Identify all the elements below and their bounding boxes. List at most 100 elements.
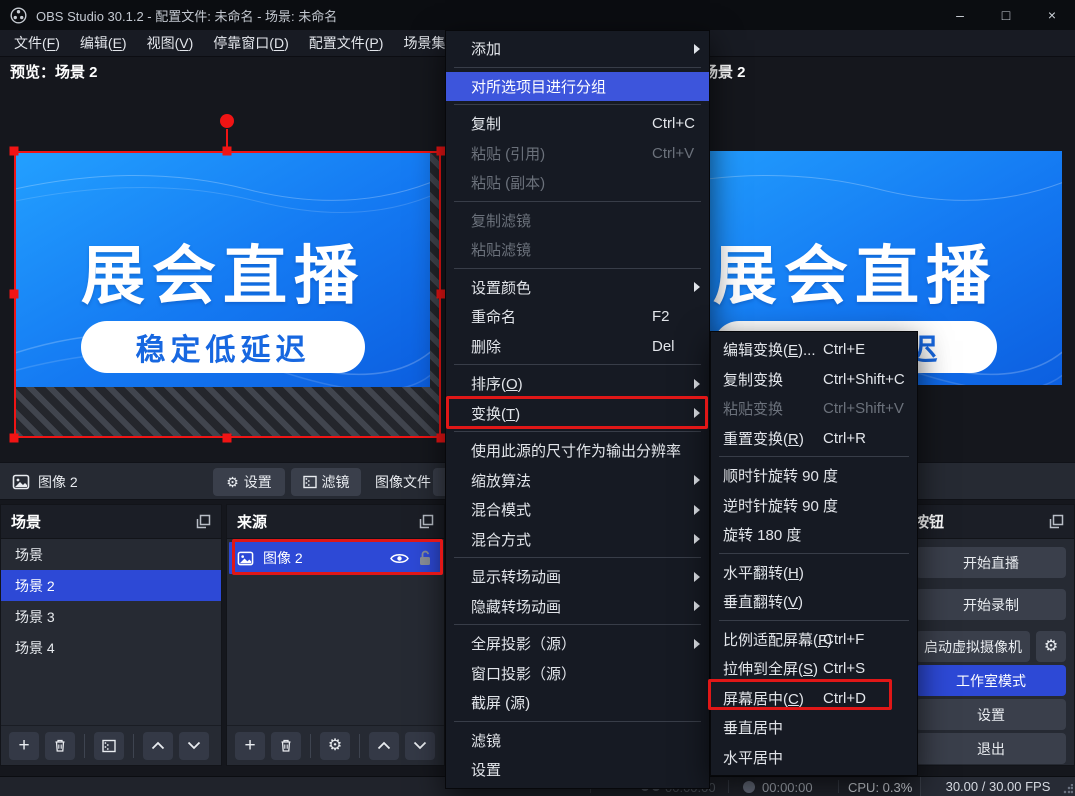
controls-button[interactable]: 启动虚拟摄像机 xyxy=(916,631,1030,662)
up-button[interactable] xyxy=(143,732,173,760)
virtual-camera-settings-button[interactable]: ⚙ xyxy=(1036,631,1066,662)
menu-item[interactable]: 粘贴变换Ctrl+Shift+V xyxy=(711,394,917,424)
filter-button[interactable] xyxy=(94,732,124,760)
controls-dock: 按钮 开始直播开始录制启动虚拟摄像机⚙工作室模式设置退出 xyxy=(903,504,1075,766)
scene-list-item[interactable]: 场景 xyxy=(1,539,221,570)
menu-item-shortcut: Ctrl+D xyxy=(823,690,866,707)
trash-button[interactable] xyxy=(271,732,301,760)
menu-item[interactable]: 复制Ctrl+C xyxy=(446,109,709,139)
scene-list-item[interactable]: 场景 2 xyxy=(1,570,221,601)
menu-item[interactable]: 排序(O) xyxy=(446,369,709,399)
menu-item[interactable]: 混合模式 xyxy=(446,495,709,525)
plus-button[interactable]: + xyxy=(235,732,265,760)
fps-indicator: 30.00 / 30.00 FPS xyxy=(920,777,1075,796)
source-context-menu: 添加对所选项目进行分组复制Ctrl+C粘贴 (引用)Ctrl+V粘贴 (副本) 复… xyxy=(445,30,710,789)
menu-item[interactable]: 缩放算法 xyxy=(446,466,709,496)
window-resize-grip[interactable] xyxy=(1063,784,1073,794)
plus-button[interactable]: + xyxy=(9,732,39,760)
sources-dock-title: 来源 xyxy=(237,511,267,532)
controls-button[interactable]: 设置 xyxy=(916,699,1066,730)
menu-item[interactable]: 截屏 (源) xyxy=(446,688,709,718)
menu-item[interactable]: 拉伸到全屏(S)Ctrl+S xyxy=(711,654,917,684)
popout-icon[interactable] xyxy=(419,514,434,529)
menu-item[interactable]: 变换(T) xyxy=(446,399,709,429)
rotation-handle[interactable] xyxy=(220,114,234,128)
controls-button[interactable]: 退出 xyxy=(916,733,1066,764)
resize-handle-mid-left[interactable] xyxy=(10,290,19,299)
menu-item-shortcut: Ctrl+C xyxy=(652,115,695,132)
menu-separator xyxy=(711,550,917,558)
menu-item-label: 水平翻转(H) xyxy=(723,562,804,583)
menu-item[interactable]: 窗口投影（源） xyxy=(446,659,709,689)
resize-handle-top-left[interactable] xyxy=(10,147,19,156)
controls-button[interactable]: 开始直播 xyxy=(916,547,1066,578)
image-file-label: 图像文件 xyxy=(375,463,431,501)
menu-item[interactable]: 逆时针旋转 90 度 xyxy=(711,491,917,521)
scene-list-item[interactable]: 场景 4 xyxy=(1,632,221,663)
menu-item[interactable]: 比例适配屏幕(F)Ctrl+F xyxy=(711,625,917,655)
menu-item[interactable]: 粘贴 (引用)Ctrl+V xyxy=(446,139,709,169)
popout-icon[interactable] xyxy=(1049,514,1064,529)
menu-item[interactable]: 编辑变换(E)...Ctrl+E xyxy=(711,335,917,365)
menu-item[interactable]: 重置变换(R)Ctrl+R xyxy=(711,424,917,454)
source-filters-button[interactable]: 滤镜 xyxy=(291,468,361,496)
menu-item[interactable]: 添加 xyxy=(446,34,709,64)
menu-item[interactable]: 全屏投影（源） xyxy=(446,629,709,659)
selection-bounding-box[interactable] xyxy=(14,151,441,438)
menu-item[interactable]: 混合方式 xyxy=(446,525,709,555)
menu-item[interactable]: 设置 xyxy=(446,755,709,785)
menubar-item[interactable]: 视图(V) xyxy=(137,33,204,53)
menu-item[interactable]: 屏幕居中(C)Ctrl+D xyxy=(711,684,917,714)
menu-item[interactable]: 使用此源的尺寸作为输出分辨率 xyxy=(446,436,709,466)
menubar-item[interactable]: 文件(F) xyxy=(4,33,70,53)
controls-button[interactable]: 开始录制 xyxy=(916,589,1066,620)
menu-item[interactable]: 粘贴滤镜 xyxy=(446,235,709,265)
menu-item[interactable]: 显示转场动画 xyxy=(446,562,709,592)
menu-item[interactable]: 对所选项目进行分组 xyxy=(446,72,709,102)
menu-item[interactable]: 滤镜 xyxy=(446,726,709,756)
resize-handle-bottom-center[interactable] xyxy=(223,434,232,443)
sources-dock: 来源 图像 2 + ⚙ xyxy=(226,504,445,766)
menu-item[interactable]: 水平翻转(H) xyxy=(711,558,917,588)
title-bar: OBS Studio 30.1.2 - 配置文件: 未命名 - 场景: 未命名 … xyxy=(0,0,1075,30)
menu-item[interactable]: 旋转 180 度 xyxy=(711,520,917,550)
menu-item[interactable]: 垂直翻转(V) xyxy=(711,587,917,617)
menubar-item[interactable]: 编辑(E) xyxy=(70,33,137,53)
menu-item[interactable]: 隐藏转场动画 xyxy=(446,592,709,622)
minimize-button[interactable]: – xyxy=(937,0,983,30)
up-button[interactable] xyxy=(369,732,399,760)
menu-item[interactable]: 删除Del xyxy=(446,332,709,362)
gear-button[interactable]: ⚙ xyxy=(320,732,350,760)
menu-item[interactable]: 顺时针旋转 90 度 xyxy=(711,461,917,491)
filter-icon xyxy=(102,739,116,753)
menu-item[interactable]: 水平居中 xyxy=(711,743,917,773)
menubar-item[interactable]: 停靠窗口(D) xyxy=(203,33,298,53)
menu-item[interactable]: 粘贴 (副本) xyxy=(446,168,709,198)
menu-item[interactable]: 设置颜色 xyxy=(446,273,709,303)
down-button[interactable] xyxy=(405,732,435,760)
resize-handle-top-center[interactable] xyxy=(223,147,232,156)
toolbar-divider xyxy=(359,734,360,758)
scene-list-item[interactable]: 场景 3 xyxy=(1,601,221,632)
source-list-item[interactable]: 图像 2 xyxy=(229,542,442,574)
maximize-button[interactable]: □ xyxy=(983,0,1029,30)
trash-button[interactable] xyxy=(45,732,75,760)
menu-item[interactable]: 重命名F2 xyxy=(446,302,709,332)
lock-open-icon[interactable] xyxy=(418,550,432,566)
menu-item-label: 顺时针旋转 90 度 xyxy=(723,465,838,486)
close-button[interactable]: × xyxy=(1029,0,1075,30)
menubar-item[interactable]: 配置文件(P) xyxy=(299,33,394,53)
popout-icon[interactable] xyxy=(196,514,211,529)
menu-item-label: 设置 xyxy=(471,759,501,780)
resize-handle-bottom-left[interactable] xyxy=(10,434,19,443)
menu-item-label: 垂直翻转(V) xyxy=(723,591,803,612)
menu-item[interactable]: 复制滤镜 xyxy=(446,206,709,236)
controls-button[interactable]: 工作室模式 xyxy=(916,665,1066,696)
menu-item[interactable]: 垂直居中 xyxy=(711,713,917,743)
eye-visible-icon[interactable] xyxy=(390,552,409,565)
source-properties-button[interactable]: ⚙ 设置 xyxy=(213,468,285,496)
menu-item[interactable]: 复制变换Ctrl+Shift+C xyxy=(711,365,917,395)
submenu-arrow-icon xyxy=(694,379,700,389)
submenu-arrow-icon xyxy=(694,639,700,649)
down-button[interactable] xyxy=(179,732,209,760)
